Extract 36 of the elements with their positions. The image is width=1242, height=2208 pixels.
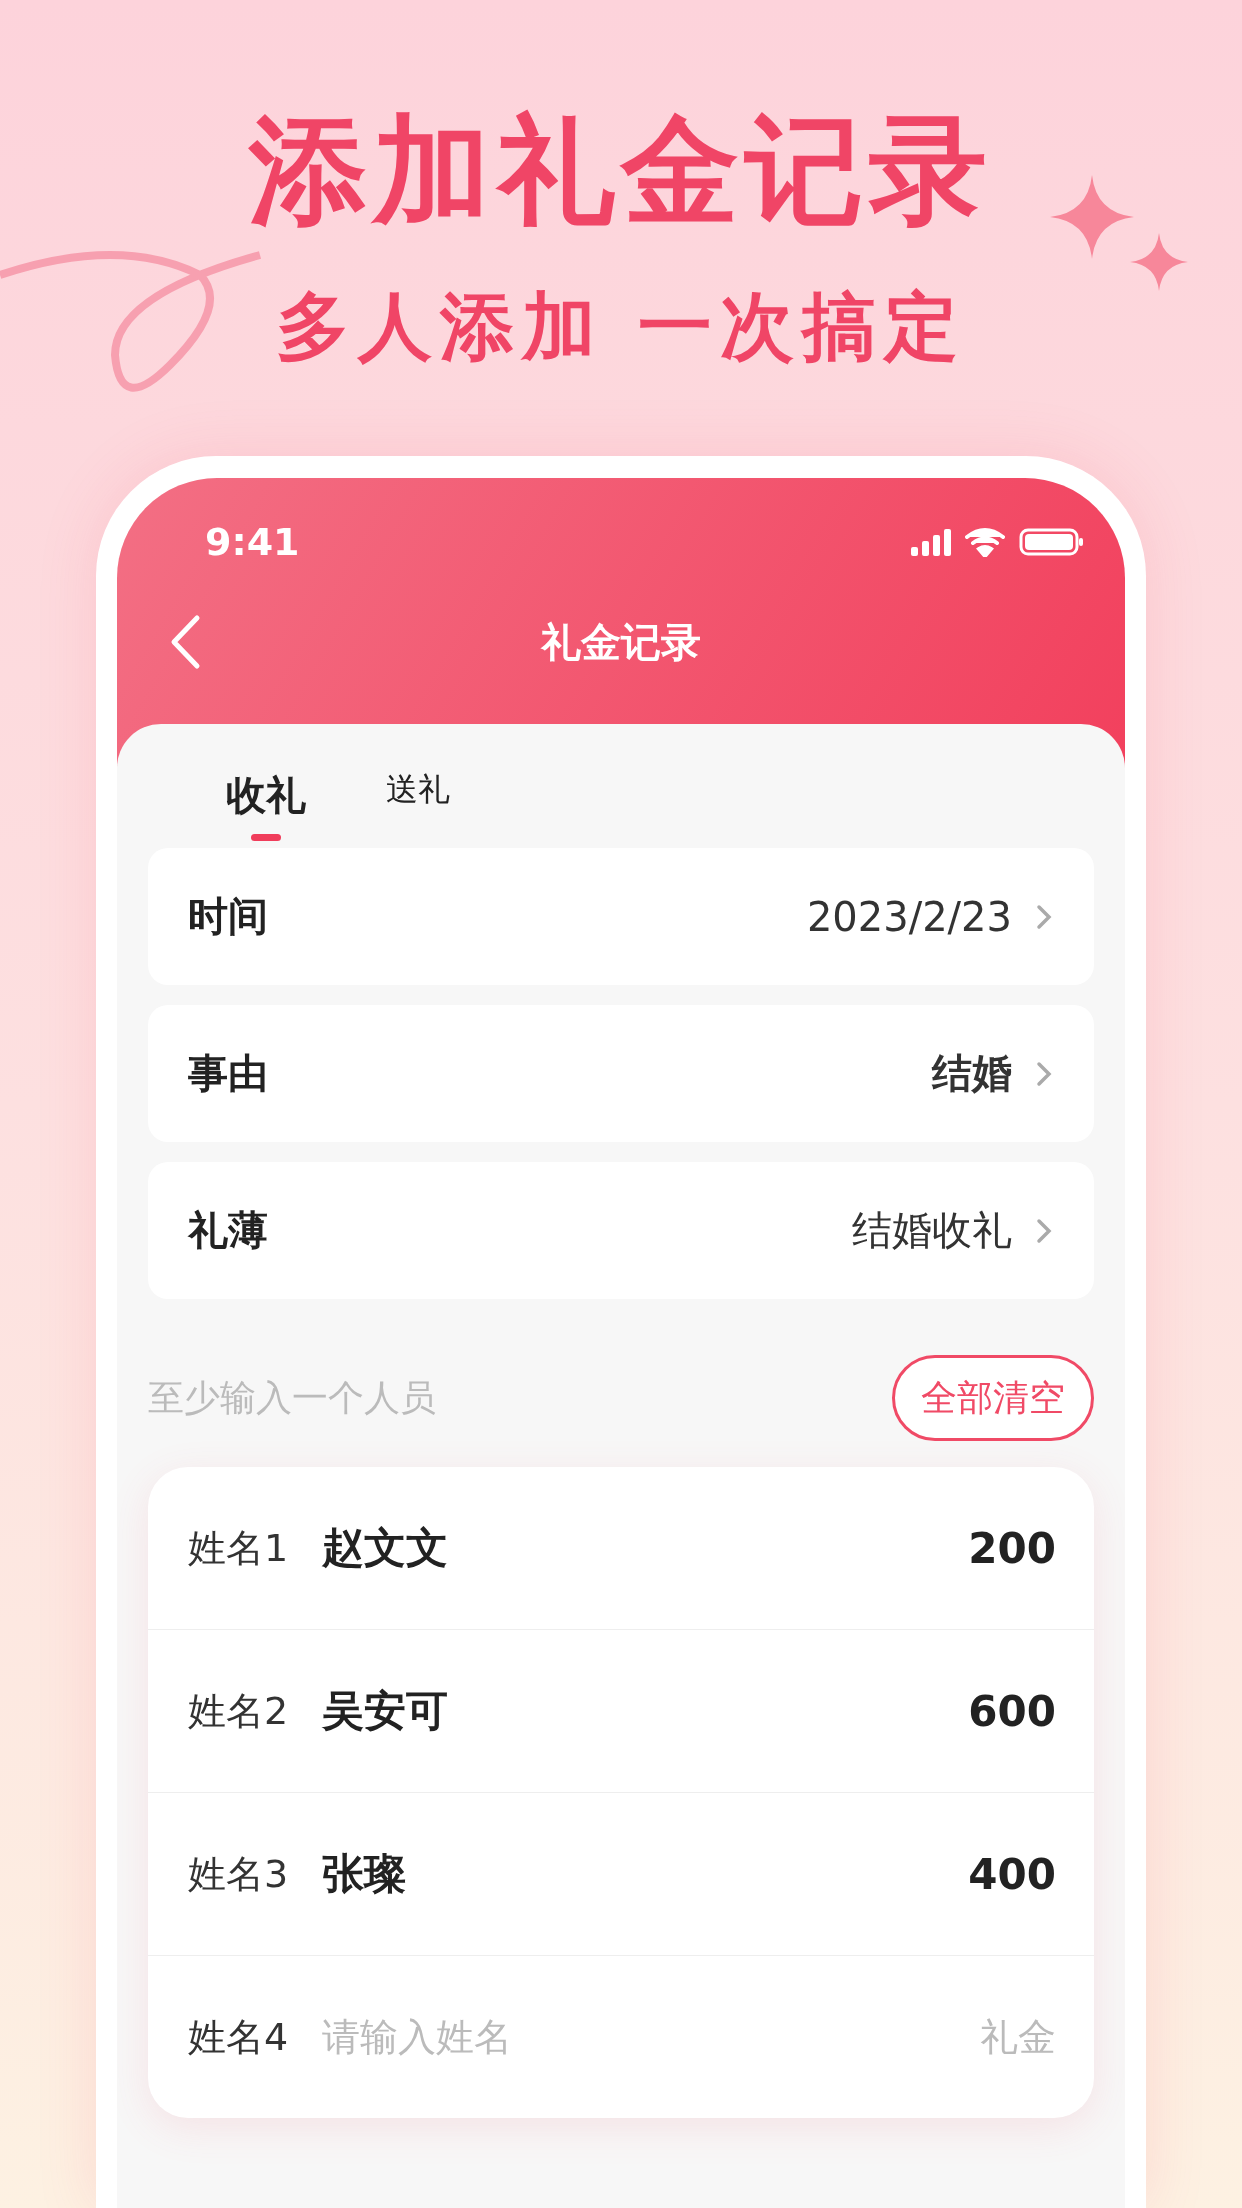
hint-text: 至少输入一个人员 — [148, 1375, 436, 1420]
field-label: 礼薄 — [188, 1206, 268, 1256]
headline: 添加礼金记录 — [249, 100, 993, 241]
field-row[interactable]: 礼薄 结婚收礼 — [148, 1162, 1094, 1300]
name-label: 姓名2 — [188, 1687, 290, 1735]
amount-input[interactable]: 礼金 — [896, 2015, 1056, 2060]
person-name: 吴安可 — [322, 1685, 448, 1738]
chevron-right-icon — [1036, 903, 1052, 930]
status-time: 9:41 — [205, 520, 300, 565]
name-label: 姓名3 — [188, 1850, 290, 1898]
name-label: 姓名1 — [188, 1524, 290, 1572]
chevron-right-icon — [1036, 1217, 1052, 1244]
field-label: 事由 — [188, 1049, 268, 1099]
gift-amount: 400 — [968, 1849, 1056, 1899]
field-value: 2023/2/23 — [806, 893, 1012, 940]
field-row[interactable]: 时间 2023/2/23 — [148, 848, 1094, 986]
battery-icon — [1019, 527, 1083, 558]
clear-all-button[interactable]: 全部清空 — [892, 1355, 1094, 1442]
field-row[interactable]: 事由 结婚 — [148, 1005, 1094, 1143]
gift-amount: 200 — [968, 1523, 1056, 1573]
field-value: 结婚 — [932, 1049, 1012, 1099]
signal-icon — [911, 527, 951, 558]
field-label: 时间 — [188, 892, 268, 942]
person-name: 张璨 — [322, 1848, 406, 1901]
nav-title: 礼金记录 — [541, 617, 701, 667]
person-name: 赵文文 — [322, 1522, 448, 1575]
tab[interactable]: 送礼 — [386, 768, 450, 831]
back-icon[interactable] — [169, 614, 201, 671]
name-label: 姓名4 — [188, 2013, 290, 2061]
chevron-right-icon — [1036, 1060, 1052, 1087]
tab[interactable]: 收礼 — [226, 768, 306, 842]
gift-amount: 600 — [968, 1686, 1056, 1736]
name-input[interactable]: 请输入姓名 — [322, 2015, 622, 2060]
subheadline: 多人添加 一次搞定 — [276, 281, 966, 371]
field-value: 结婚收礼 — [852, 1206, 1012, 1256]
wifi-icon — [965, 527, 1005, 558]
